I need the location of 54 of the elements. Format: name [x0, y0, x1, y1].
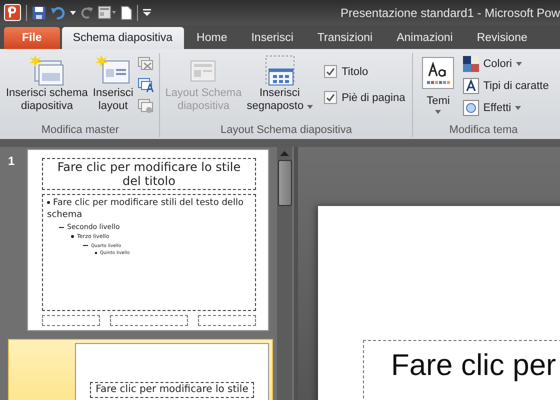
scrollbar[interactable] [277, 147, 292, 400]
caret-icon[interactable] [515, 106, 522, 110]
layout-icon[interactable] [98, 6, 116, 19]
menu-button[interactable]: Colori [461, 54, 551, 74]
color-swatch-icon [463, 56, 480, 72]
save-icon[interactable] [32, 6, 46, 20]
title-placeholder: Fare clic per [363, 340, 560, 400]
title-placeholder: Fare clic per modificare lo stile [90, 382, 254, 398]
slide-number: 1 [8, 153, 16, 168]
selected-thumbnail[interactable]: Fare clic per modificare lo stile [8, 339, 273, 400]
scroll-up-icon[interactable] [280, 151, 289, 156]
checkbox[interactable] [324, 91, 337, 104]
ribbon-tab[interactable]: Home [186, 27, 238, 49]
date-placeholder [42, 315, 100, 326]
group-label: Layout Schema diapositiva [220, 124, 352, 138]
ribbon-tab[interactable]: Revisione [466, 27, 538, 49]
ribbon-tab[interactable]: Transizioni [306, 27, 384, 49]
ribbon-button[interactable]: Inserisci layout [90, 53, 136, 115]
title-placeholder: Fare clic per modificare lo stile del titolo [42, 158, 256, 190]
app-icon[interactable] [4, 4, 21, 21]
font-icon [463, 78, 480, 94]
document-icon[interactable] [121, 6, 132, 20]
number-placeholder [198, 315, 256, 326]
menu-button[interactable]: Tipi di caratte [461, 76, 551, 96]
group-label: Modifica master [41, 124, 119, 138]
ribbon-button[interactable]: Inserisci schema diapositiva [4, 53, 90, 115]
ribbon-tab[interactable]: Inserisci [240, 27, 304, 49]
window-title: Presentazione standard1 - Microsoft Pow [340, 6, 560, 20]
ribbon-tab[interactable]: File [4, 27, 60, 49]
body-text: Fare clic per modificare stili del testo dello schema [47, 198, 244, 222]
ribbon-tab[interactable]: Schema diapositiva [62, 27, 184, 49]
delete-slide-icon[interactable] [138, 57, 154, 72]
redo-icon [81, 6, 93, 19]
ribbon-tab[interactable]: Animazioni [386, 27, 464, 49]
themes-button[interactable]: Temi [416, 53, 460, 118]
checkbox[interactable] [324, 65, 337, 78]
caret-icon[interactable] [435, 110, 442, 114]
placeholder-grid-icon [262, 55, 297, 87]
ribbon-button[interactable]: Inserisci segnaposto [244, 53, 315, 115]
scroll-thumb[interactable] [278, 160, 292, 206]
slide-thumbnail[interactable]: Fare clic per modificare lo stile [75, 343, 269, 400]
caret-icon[interactable] [70, 10, 76, 14]
group-label: Modifica tema [449, 124, 518, 138]
checkbox-label[interactable]: Titolo [342, 66, 368, 78]
undo-icon[interactable] [51, 6, 65, 20]
effects-icon [463, 100, 480, 116]
themes-icon [422, 57, 454, 89]
caret-icon[interactable] [516, 62, 522, 66]
slide-master-icon [28, 55, 65, 87]
customize-caret-icon[interactable] [143, 9, 151, 16]
checkbox-label[interactable]: Piè di pagina [342, 92, 406, 104]
caret-icon[interactable] [306, 104, 313, 108]
menu-button[interactable]: Effetti [461, 98, 551, 118]
slide-canvas[interactable]: Fare clic per [318, 206, 560, 400]
